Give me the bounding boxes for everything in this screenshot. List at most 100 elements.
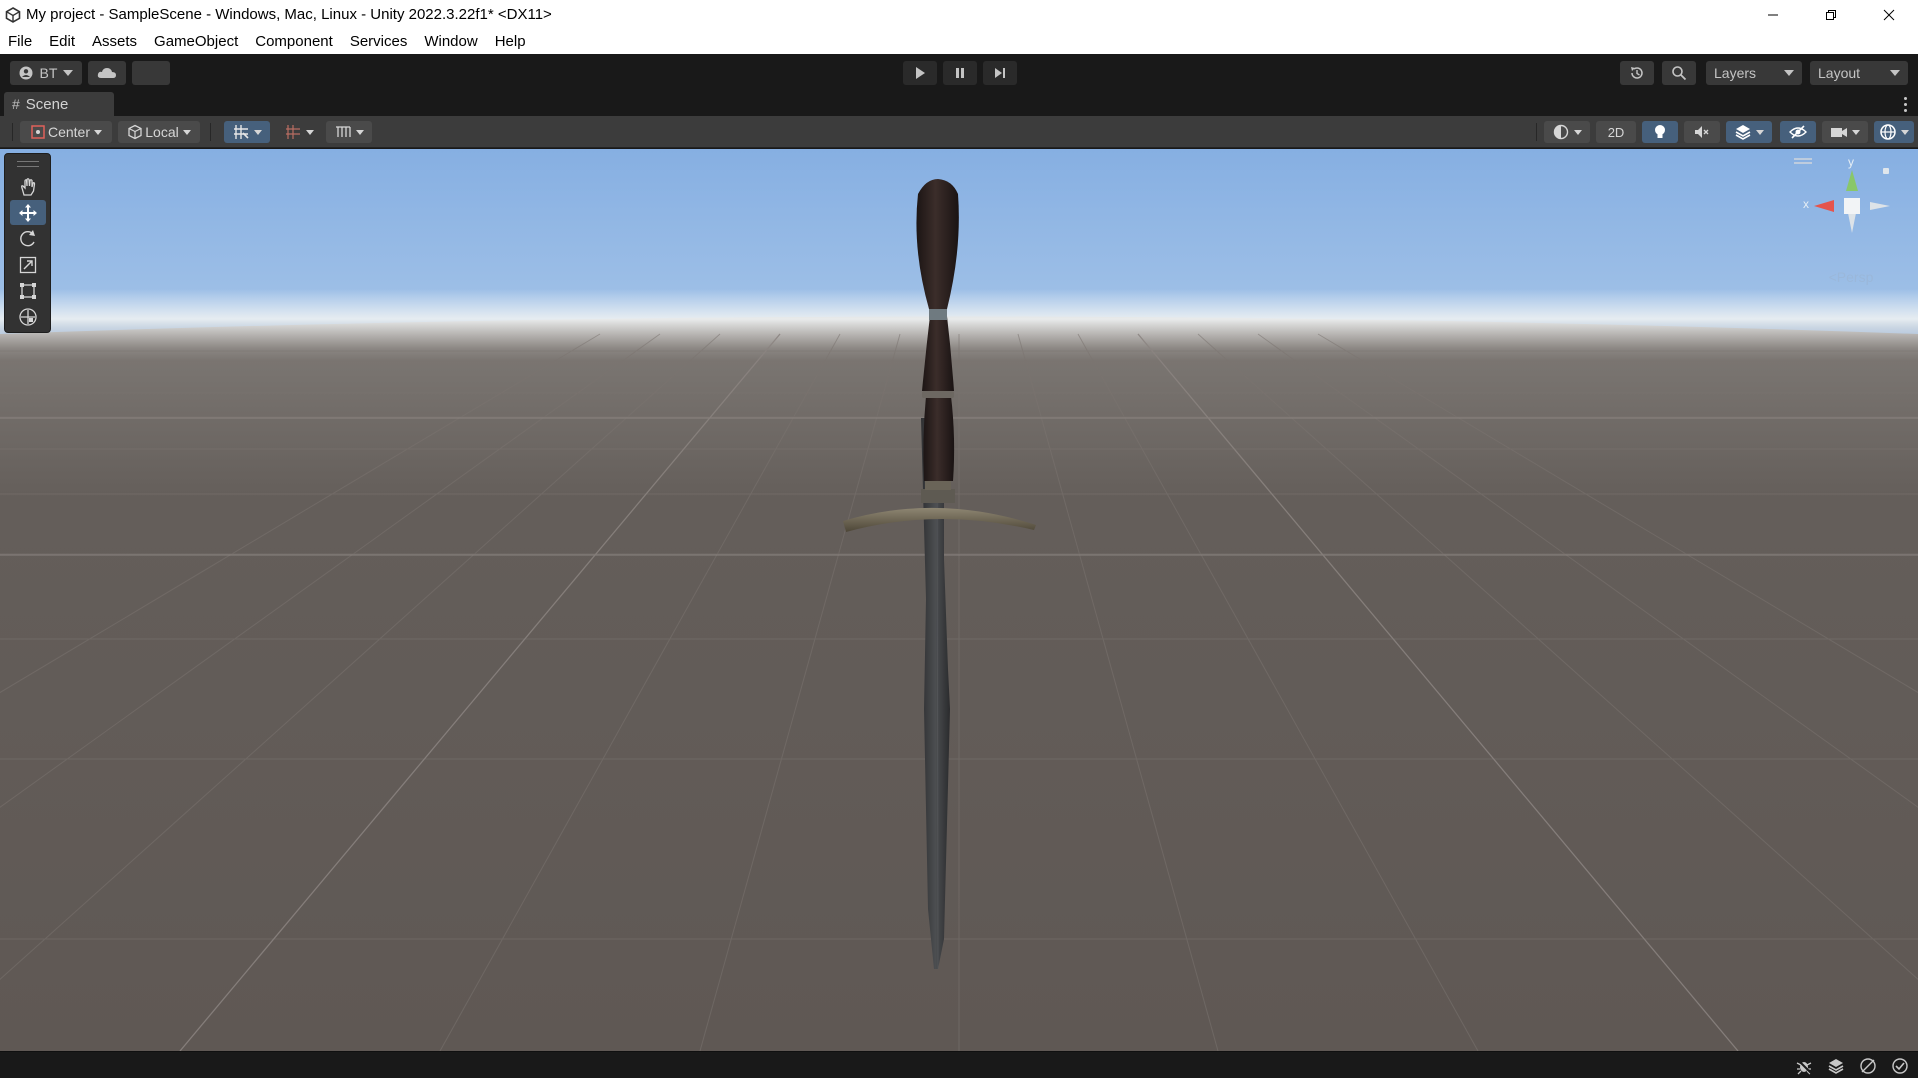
window-title: My project - SampleScene - Windows, Mac,… [26, 6, 552, 23]
checkmark-circle-icon[interactable] [1890, 1056, 1910, 1076]
debug-bug-icon[interactable] [1794, 1056, 1814, 1076]
menu-assets[interactable]: Assets [92, 33, 137, 50]
close-button[interactable] [1860, 0, 1918, 29]
rotate-icon [20, 229, 35, 246]
account-label: BT [39, 65, 58, 81]
chevron-down-icon [1852, 129, 1860, 135]
search-button[interactable] [1662, 61, 1696, 85]
rotate-tool[interactable] [10, 226, 46, 251]
undo-history-button[interactable] [1620, 61, 1654, 85]
chevron-down-icon [1574, 129, 1582, 135]
chevron-down-icon [356, 129, 364, 135]
minimize-icon [1768, 14, 1778, 15]
step-icon [995, 68, 1005, 78]
view-2d-toggle[interactable]: 2D [1596, 121, 1636, 143]
chevron-down-icon [306, 129, 314, 135]
rect-tool[interactable] [10, 278, 46, 303]
axis-gizmo-icon [1794, 158, 1890, 233]
scene-toolbar: Center Local 2D [0, 116, 1918, 148]
move-arrows-icon [19, 203, 37, 222]
account-dropdown[interactable]: BT [10, 61, 82, 85]
camera-settings-dropdown[interactable] [1822, 121, 1868, 143]
chevron-down-icon [254, 129, 262, 135]
scale-icon [19, 256, 37, 273]
main-toolbar: BT Layers Layout [0, 54, 1918, 92]
increment-snap-toggle[interactable] [276, 121, 322, 143]
palette-drag-handle[interactable] [17, 161, 39, 167]
layout-label: Layout [1818, 65, 1861, 81]
menu-window[interactable]: Window [424, 33, 477, 50]
orientation-gizmo[interactable]: y x [1792, 155, 1912, 275]
cloud-button[interactable] [88, 61, 126, 85]
search-icon [1672, 66, 1687, 81]
camera-icon [1831, 128, 1847, 137]
layers-stack-icon[interactable] [1826, 1056, 1846, 1076]
scene-tab-label: Scene [25, 95, 69, 113]
tab-scene[interactable]: # Scene [4, 92, 114, 116]
audio-toggle[interactable] [1684, 121, 1720, 143]
scene-grid-icon: # [12, 96, 20, 112]
step-button[interactable] [983, 61, 1017, 85]
tab-options-menu[interactable] [1902, 95, 1908, 113]
draw-mode-dropdown[interactable] [1544, 121, 1590, 143]
space-mode-dropdown[interactable]: Local [118, 121, 200, 143]
effects-layers-icon [1735, 125, 1751, 140]
menu-file[interactable]: File [8, 33, 32, 50]
menu-gameobject[interactable]: GameObject [154, 33, 238, 50]
chevron-down-icon [63, 70, 74, 76]
projection-label[interactable]: <Persp [1818, 269, 1884, 285]
pivot-mode-label: Center [47, 124, 91, 140]
tool-palette [4, 153, 51, 333]
eye-hidden-icon [1789, 125, 1807, 139]
chevron-down-icon [1784, 70, 1794, 76]
scene-visibility-toggle[interactable] [1780, 121, 1816, 143]
grid-settings-dropdown[interactable] [326, 121, 372, 143]
close-icon [1883, 9, 1895, 20]
menu-component[interactable]: Component [255, 33, 333, 50]
transform-icon [19, 307, 37, 326]
pivot-mode-dropdown[interactable]: Center [20, 121, 112, 143]
layers-dropdown[interactable]: Layers [1706, 61, 1802, 85]
globe-icon [1880, 124, 1896, 140]
shaded-sphere-icon [1553, 124, 1569, 140]
transform-tool[interactable] [10, 304, 46, 329]
minimize-button[interactable] [1744, 0, 1802, 29]
menu-help[interactable]: Help [495, 33, 526, 50]
scene-tab-bar: # Scene [0, 92, 1918, 116]
lightbulb-icon [1655, 125, 1665, 138]
chevron-down-icon [1901, 129, 1909, 135]
scale-tool[interactable] [10, 252, 46, 277]
play-button[interactable] [903, 61, 937, 85]
maximize-button[interactable] [1802, 0, 1860, 29]
menu-services[interactable]: Services [350, 33, 408, 50]
hand-icon [21, 177, 36, 196]
move-tool[interactable] [10, 200, 46, 225]
history-icon [1631, 67, 1643, 79]
cloud-icon [97, 68, 116, 78]
collab-button[interactable] [132, 61, 170, 85]
pause-icon [956, 68, 964, 78]
scene-viewport[interactable]: y x <Persp [0, 149, 1918, 1051]
window-title-bar: My project - SampleScene - Windows, Mac,… [0, 0, 1918, 29]
chevron-down-icon [1756, 129, 1764, 135]
lighting-toggle[interactable] [1642, 121, 1678, 143]
gizmo-x-label: x [1803, 197, 1809, 211]
network-off-icon[interactable] [1858, 1056, 1878, 1076]
account-icon [19, 66, 33, 80]
chevron-down-icon [94, 129, 103, 135]
rect-transform-icon [20, 282, 36, 299]
gizmo-y-label: y [1848, 155, 1854, 169]
cube-icon [128, 124, 142, 140]
pause-button[interactable] [943, 61, 977, 85]
view-2d-label: 2D [1607, 124, 1625, 140]
layout-dropdown[interactable]: Layout [1810, 61, 1908, 85]
space-mode-label: Local [145, 124, 179, 140]
grid-snap-toggle[interactable] [224, 121, 270, 143]
hand-tool[interactable] [10, 174, 46, 199]
gizmos-dropdown[interactable] [1874, 121, 1914, 143]
effects-dropdown[interactable] [1726, 121, 1772, 143]
menu-edit[interactable]: Edit [49, 33, 75, 50]
status-bar [0, 1051, 1918, 1078]
pivot-icon [31, 125, 45, 139]
grid-snap-icon [234, 125, 249, 139]
